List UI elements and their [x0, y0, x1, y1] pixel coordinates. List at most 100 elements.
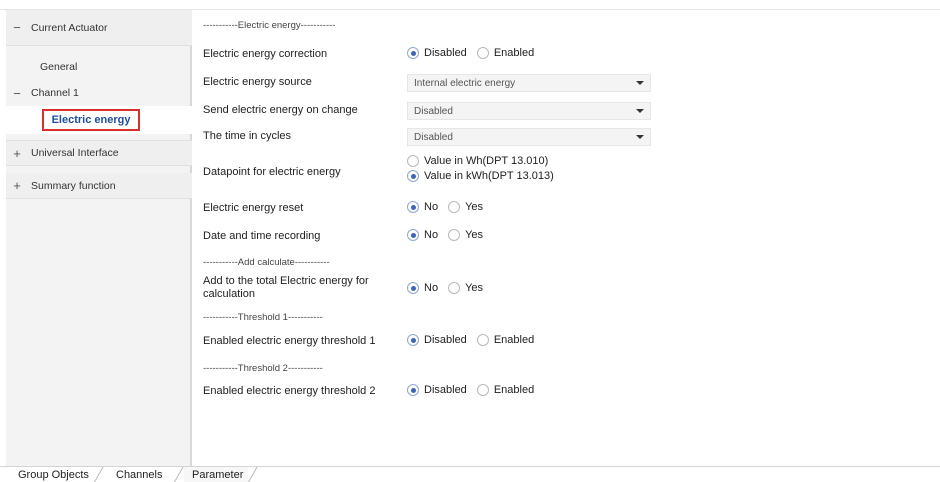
- radio-icon: [476, 334, 489, 346]
- radio-label: Disabled: [424, 384, 467, 396]
- send-on-change-select-wrap: Disabled: [407, 102, 651, 120]
- radio-selected-icon: [407, 170, 419, 182]
- radio-icon: [407, 155, 419, 167]
- tab-channels[interactable]: Channels: [108, 467, 170, 482]
- radio-label: Enabled: [493, 384, 535, 396]
- radio-label: Value in kWh(DPT 13.013): [424, 170, 554, 182]
- radio-label: No: [424, 282, 439, 294]
- threshold2-radio-group: Disabled Enabled: [407, 384, 544, 396]
- tree-item-channel-1[interactable]: − Channel 1: [6, 80, 192, 106]
- chevron-down-icon: [636, 109, 644, 113]
- tree-panel: − Current Actuator General − Channel 1 E…: [6, 10, 192, 466]
- add-total-no-radio[interactable]: No: [407, 282, 438, 294]
- radio-selected-icon: [407, 384, 419, 396]
- datapoint-wh-radio[interactable]: Value in Wh(DPT 13.010): [407, 155, 554, 167]
- separator-threshold-1: -----------Threshold 1-----------: [203, 312, 323, 323]
- time-in-cycles-select-wrap: Disabled: [407, 128, 651, 146]
- threshold1-enabled-radio[interactable]: Enabled: [476, 334, 535, 346]
- tab-divider: [247, 467, 258, 482]
- threshold1-disabled-radio[interactable]: Disabled: [407, 334, 467, 346]
- tree-item-electric-energy[interactable]: Electric energy: [6, 106, 192, 134]
- tree-item-label: Channel 1: [31, 87, 79, 99]
- date-time-no-radio[interactable]: No: [407, 229, 438, 241]
- reset-yes-radio[interactable]: Yes: [448, 201, 483, 213]
- radio-label: Yes: [465, 201, 484, 213]
- radio-icon: [448, 229, 461, 241]
- radio-selected-icon: [407, 201, 419, 213]
- add-total-yes-radio[interactable]: Yes: [448, 282, 483, 294]
- reset-label: Electric energy reset: [203, 202, 304, 214]
- top-border: [0, 0, 940, 10]
- datapoint-kwh-radio[interactable]: Value in kWh(DPT 13.013): [407, 170, 554, 182]
- bottom-tab-bar: Group Objects Channels Parameter: [0, 466, 940, 482]
- radio-label: Enabled: [493, 334, 535, 346]
- tab-label: Group Objects: [18, 469, 89, 481]
- time-in-cycles-dropdown[interactable]: Disabled: [407, 128, 651, 146]
- threshold2-enabled-radio[interactable]: Enabled: [476, 384, 535, 396]
- tab-parameter[interactable]: Parameter: [184, 467, 248, 482]
- source-select-wrap: Internal electric energy: [407, 74, 651, 92]
- parameter-panel: -----------Electric energy----------- El…: [194, 10, 940, 466]
- radio-icon: [448, 282, 461, 294]
- threshold1-label: Enabled electric energy threshold 1: [203, 335, 376, 347]
- radio-label: Enabled: [493, 47, 535, 59]
- threshold1-radio-group: Disabled Enabled: [407, 334, 544, 346]
- collapse-icon[interactable]: −: [12, 21, 22, 34]
- collapse-icon[interactable]: −: [12, 87, 22, 100]
- separator-electric-energy: -----------Electric energy-----------: [203, 20, 336, 31]
- expand-icon[interactable]: +: [12, 147, 22, 160]
- radio-selected-icon: [407, 334, 419, 346]
- datapoint-radio-group: Value in Wh(DPT 13.010) Value in kWh(DPT…: [407, 155, 564, 185]
- time-in-cycles-label: The time in cycles: [203, 130, 292, 142]
- radio-label: No: [424, 229, 439, 241]
- tree-item-general[interactable]: General: [6, 54, 192, 80]
- radio-selected-icon: [407, 47, 419, 59]
- datapoint-label: Datapoint for electric energy: [203, 166, 341, 178]
- add-total-radio-group: No Yes: [407, 282, 493, 294]
- tree-item-label: Summary function: [31, 179, 116, 192]
- radio-label: Yes: [465, 282, 484, 294]
- tree-item-current-actuator[interactable]: − Current Actuator: [6, 10, 192, 46]
- source-dropdown[interactable]: Internal electric energy: [407, 74, 651, 92]
- radio-icon: [476, 384, 489, 396]
- tree-item-summary-function[interactable]: + Summary function: [6, 173, 192, 199]
- chevron-down-icon: [636, 81, 644, 85]
- correction-radio-group: Disabled Enabled: [407, 47, 544, 59]
- radio-label: No: [424, 201, 439, 213]
- dropdown-value: Disabled: [414, 105, 453, 117]
- tree-item-label: Electric energy: [51, 114, 131, 126]
- radio-label: Yes: [465, 229, 484, 241]
- separator-threshold-2: -----------Threshold 2-----------: [203, 363, 323, 374]
- chevron-down-icon: [636, 135, 644, 139]
- reset-radio-group: No Yes: [407, 201, 493, 213]
- correction-label: Electric energy correction: [203, 48, 328, 60]
- dropdown-value: Disabled: [414, 131, 453, 143]
- threshold2-disabled-radio[interactable]: Disabled: [407, 384, 467, 396]
- date-time-label: Date and time recording: [203, 230, 321, 242]
- source-label: Electric energy source: [203, 76, 312, 88]
- tab-divider: [173, 467, 184, 482]
- send-on-change-label: Send electric energy on change: [203, 104, 358, 116]
- tree-item-universal-interface[interactable]: + Universal Interface: [6, 140, 192, 166]
- reset-no-radio[interactable]: No: [407, 201, 438, 213]
- tab-group-objects[interactable]: Group Objects: [10, 467, 97, 482]
- radio-icon: [448, 201, 461, 213]
- threshold2-label: Enabled electric energy threshold 2: [203, 385, 376, 397]
- tree-item-label: Universal Interface: [31, 147, 119, 159]
- radio-icon: [476, 47, 489, 59]
- date-time-radio-group: No Yes: [407, 229, 493, 241]
- add-total-label: Add to the total Electric energy for cal…: [203, 275, 369, 300]
- correction-enabled-radio[interactable]: Enabled: [476, 47, 535, 59]
- expand-icon[interactable]: +: [12, 179, 22, 192]
- date-time-yes-radio[interactable]: Yes: [448, 229, 483, 241]
- selected-tree-item[interactable]: Electric energy: [42, 109, 140, 131]
- send-on-change-dropdown[interactable]: Disabled: [407, 102, 651, 120]
- separator-add-calculate: -----------Add calculate-----------: [203, 257, 330, 268]
- radio-label: Disabled: [424, 47, 467, 59]
- radio-label: Value in Wh(DPT 13.010): [424, 155, 549, 167]
- radio-selected-icon: [407, 229, 419, 241]
- radio-label: Disabled: [424, 334, 467, 346]
- tab-label: Parameter: [192, 469, 244, 481]
- tree-item-label: General: [40, 61, 78, 73]
- correction-disabled-radio[interactable]: Disabled: [407, 47, 467, 59]
